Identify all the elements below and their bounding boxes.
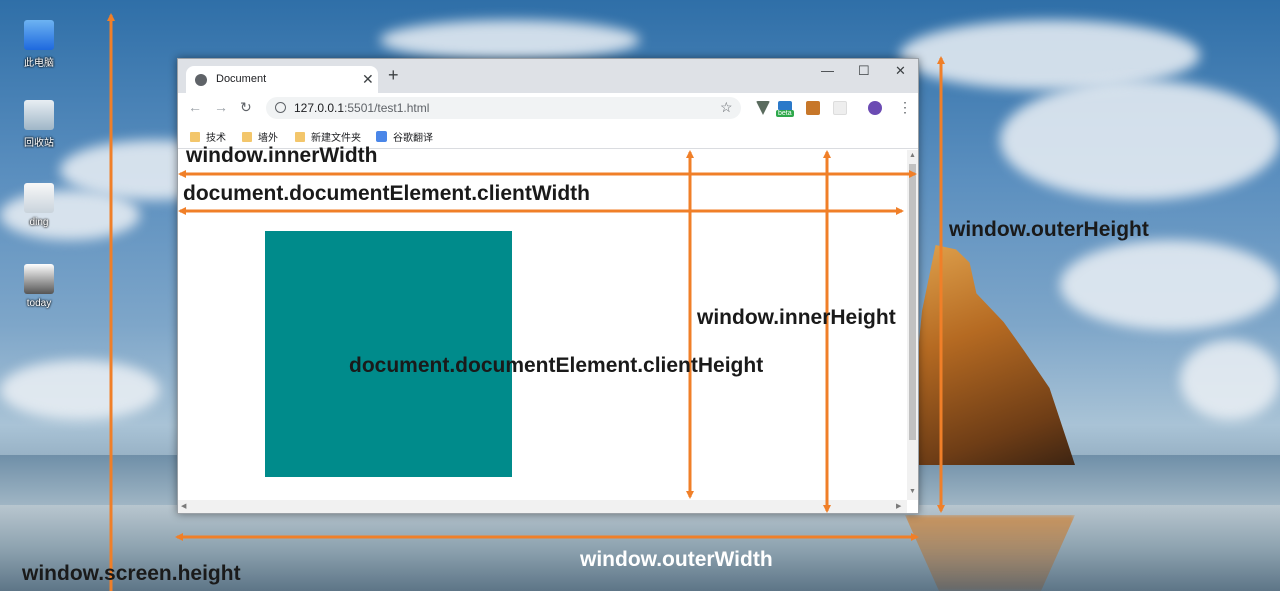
google-translate-icon [376, 131, 387, 142]
forward-button[interactable]: → [214, 99, 228, 115]
maximize-button[interactable]: ☐ [858, 63, 870, 79]
desktop-icon-today[interactable]: today [9, 264, 69, 309]
url-host: 127.0.0.1 [294, 101, 345, 115]
back-button[interactable]: ← [188, 99, 202, 115]
minimize-button[interactable]: — [821, 63, 834, 78]
desktop-icon-label: today [26, 298, 52, 309]
screen-height-label: window.screen.height [22, 562, 241, 585]
bookmark-item[interactable]: 技术 [190, 129, 226, 144]
info-icon[interactable] [275, 102, 286, 113]
tab-close-icon[interactable]: ✕ [362, 71, 374, 88]
bookmark-star-icon[interactable]: ☆ [720, 99, 733, 116]
profile-avatar-icon[interactable] [868, 101, 882, 115]
bookmark-item[interactable]: 墙外 [242, 129, 278, 144]
tab-document[interactable]: Document ✕ [186, 66, 378, 93]
scroll-right-icon[interactable]: ▶ [896, 502, 901, 510]
client-width-label: document.documentElement.clientWidth [183, 182, 590, 205]
scroll-up-icon[interactable]: ▲ [909, 152, 916, 159]
tab-strip: Document ✕ + — ☐ ✕ [178, 59, 918, 93]
browser-toolbar: ← → ↻ 127.0.0.1:5501/test1.html ☆ beta ⋮ [178, 93, 918, 123]
outer-width-label: window.outerWidth [580, 548, 773, 571]
recycle-bin-icon [24, 100, 54, 130]
scroll-down-icon[interactable]: ▼ [909, 488, 916, 495]
bookmark-label: 技术 [206, 133, 226, 144]
inner-height-label: window.innerHeight [697, 306, 896, 329]
tab-title: Document [216, 73, 267, 85]
bookmark-label: 谷歌翻译 [393, 133, 433, 144]
bookmark-item[interactable]: 谷歌翻译 [376, 129, 433, 144]
horizontal-scrollbar[interactable]: ◀ ▶ [178, 500, 907, 513]
computer-icon [24, 20, 54, 50]
reload-button[interactable]: ↻ [240, 99, 252, 116]
inner-width-label: window.innerWidth [186, 144, 378, 167]
blank-extension-icon[interactable] [833, 101, 847, 115]
desktop-icon-label: 回收站 [24, 138, 54, 149]
vue-devtools-icon[interactable] [756, 101, 770, 115]
desktop-icon-label: ding [29, 217, 49, 228]
desktop-icon-recycle-bin[interactable]: 回收站 [9, 100, 69, 149]
client-height-label: document.documentElement.clientHeight [349, 354, 764, 377]
folder-icon [24, 183, 54, 213]
url-text[interactable]: 127.0.0.1:5501/test1.html [294, 101, 429, 115]
rock-formation [905, 245, 1075, 465]
kebab-menu-icon[interactable]: ⋮ [898, 99, 912, 116]
book-extension-icon[interactable] [806, 101, 820, 115]
vertical-scrollbar[interactable]: ▲ ▼ [907, 150, 918, 500]
shortcut-icon [24, 264, 54, 294]
close-window-button[interactable]: ✕ [895, 63, 906, 79]
desktop-icon-this-pc[interactable]: 此电脑 [9, 20, 69, 69]
folder-icon [295, 132, 305, 142]
new-tab-button[interactable]: + [388, 65, 399, 86]
folder-icon [242, 132, 252, 142]
desktop-icon-label: 此电脑 [24, 58, 54, 69]
bookmark-label: 墙外 [258, 133, 278, 144]
desktop-icon-ding[interactable]: ding [9, 183, 69, 228]
bookmark-item[interactable]: 新建文件夹 [295, 129, 361, 144]
outer-height-label: window.outerHeight [949, 218, 1149, 241]
bookmark-label: 新建文件夹 [311, 133, 361, 144]
browser-window: Document ✕ + — ☐ ✕ ← → ↻ 127.0.0.1:5501/… [177, 58, 919, 514]
globe-icon [195, 74, 207, 86]
folder-icon [190, 132, 200, 142]
beta-badge: beta [776, 110, 794, 117]
address-bar[interactable]: 127.0.0.1:5501/test1.html ☆ [266, 97, 741, 119]
url-path: :5501/test1.html [344, 101, 430, 115]
scroll-left-icon[interactable]: ◀ [181, 502, 186, 510]
scrollbar-thumb[interactable] [909, 164, 916, 440]
